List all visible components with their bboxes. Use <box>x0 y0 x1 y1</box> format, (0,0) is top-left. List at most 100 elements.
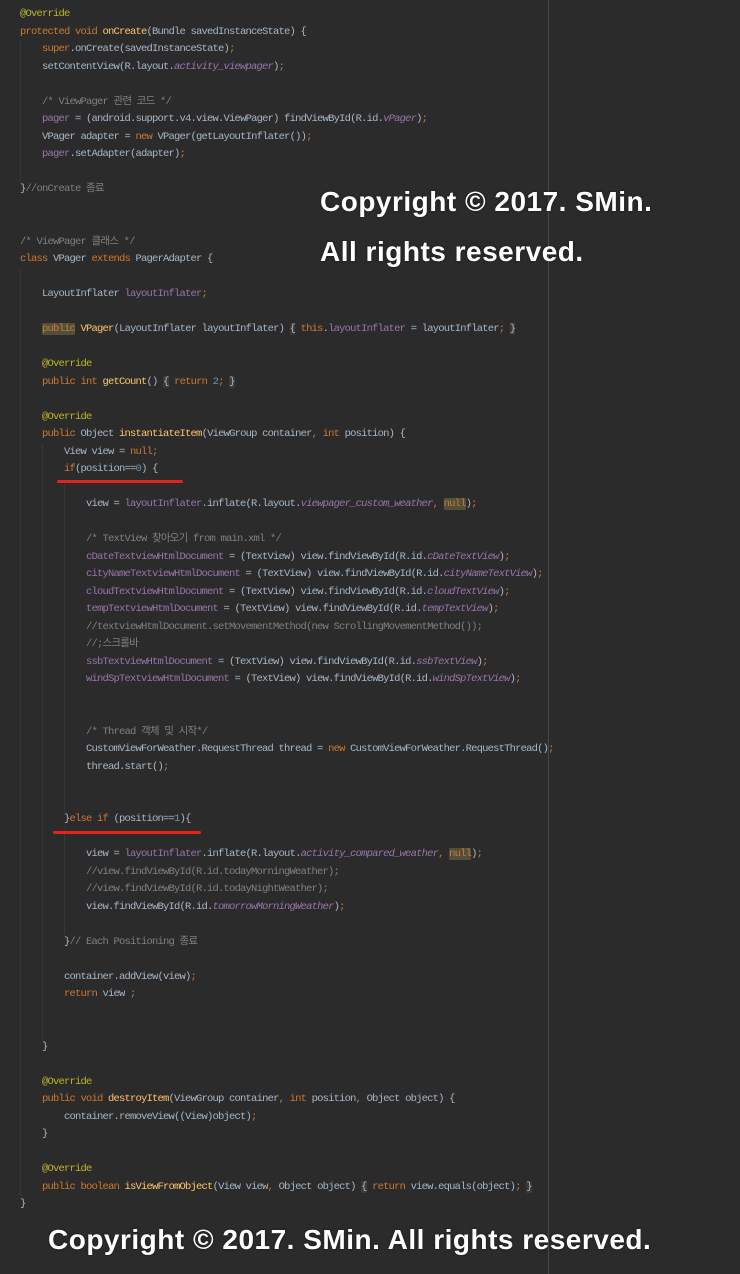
code-token: ; <box>515 673 521 685</box>
code-token: cloudTextviewHtmlDocument <box>86 585 224 598</box>
code-token: container.addView(view) <box>20 970 191 983</box>
code-token: ; <box>163 760 169 773</box>
code-token: @Override <box>20 410 92 423</box>
code-token: public boolean <box>42 1180 125 1193</box>
code-token: LayoutInflater <box>20 288 125 300</box>
code-line: cloudTextviewHtmlDocument = (TextView) v… <box>20 584 554 602</box>
code-token: setContentView(R.layout. <box>20 60 175 73</box>
code-token: null; <box>130 445 158 458</box>
code-line: view = layoutInflater.inflate(R.layout.v… <box>20 496 554 514</box>
code-token: //view.findViewById(R.id.todayMorningWea… <box>20 865 340 878</box>
code-token: ){ <box>179 813 192 825</box>
code-token: (View view <box>212 1180 269 1193</box>
code-line: public int getCount() { return 2; } <box>20 374 554 392</box>
code-token: = (TextView) view.findViewById(R.id. <box>212 655 417 668</box>
code-token: view.equals(object) <box>410 1180 516 1193</box>
code-token: int <box>322 428 345 440</box>
copyright-watermark-bottom: Copyright © 2017. SMin. All rights reser… <box>48 1224 652 1255</box>
code-line: @Override <box>20 1074 554 1092</box>
code-token: ; <box>190 970 197 983</box>
code-token: vPager <box>383 113 417 125</box>
code-line: LayoutInflater layoutInflater; <box>20 286 554 304</box>
code-token: //;스크롤바 <box>20 638 139 650</box>
code-token: viewpager_custom_weather <box>300 498 434 510</box>
code-token: thread.start() <box>20 760 164 773</box>
code-token: @Override <box>20 1075 92 1088</box>
code-token: ssbTextviewHtmlDocument <box>86 655 213 668</box>
code-token: cityNameTextviewHtmlDocument <box>86 568 241 580</box>
copyright-watermark-top-line2: All rights reserved. <box>320 236 584 267</box>
code-line: pager.setAdapter(adapter); <box>20 146 554 164</box>
code-token: return <box>174 375 213 388</box>
code-token: extends <box>91 253 131 265</box>
code-token: //view.findViewById(R.id.todayNightWeath… <box>20 883 329 895</box>
code-token: CustomViewForWeather.RequestThread() <box>350 743 549 755</box>
code-token: //onCreate 종료 <box>25 183 105 195</box>
code-token: this <box>300 323 324 335</box>
code-line: /* TextView 찾아오기 from main.xml */ <box>20 531 554 549</box>
code-token: ; <box>179 148 186 160</box>
code-token: CustomViewForWeather.RequestThread threa… <box>20 743 329 755</box>
code-token: activity_viewpager <box>174 60 274 73</box>
code-line: /* ViewPager 관련 코드 */ <box>20 94 554 112</box>
code-token: layoutInflater <box>124 288 203 300</box>
code-line: } <box>20 1126 554 1144</box>
code-token: position) { <box>344 428 406 440</box>
code-line: //textviewHtmlDocument.setMovementMethod… <box>20 619 554 637</box>
code-token: ; <box>476 848 483 860</box>
code-line: //view.findViewById(R.id.todayMorningWea… <box>20 864 554 882</box>
code-token: Object object) { <box>366 1093 456 1105</box>
code-token: return <box>64 988 103 1000</box>
code-line: public VPager(LayoutInflater layoutInfla… <box>20 321 554 339</box>
code-token: .inflate(R.layout. <box>201 498 302 510</box>
code-token: getCount <box>102 375 148 388</box>
code-line: View view = null; <box>20 444 554 462</box>
code-token: int <box>289 1093 312 1105</box>
code-token: @Override <box>20 8 70 20</box>
code-token: destroyItem <box>108 1093 169 1105</box>
code-token: = (android.support.v4.view.ViewPager) fi… <box>69 113 384 125</box>
code-line: pager = (android.support.v4.view.ViewPag… <box>20 111 554 129</box>
code-token: , <box>355 1093 367 1105</box>
code-token: } <box>509 323 516 335</box>
code-token: null <box>449 848 472 860</box>
code-line: cityNameTextviewHtmlDocument = (TextView… <box>20 566 554 584</box>
code-line: container.addView(view); <box>20 969 554 987</box>
code-token: pager <box>42 113 70 125</box>
code-line: view.findViewById(R.id.tomorrowMorningWe… <box>20 899 554 917</box>
code-token: cityNameTextView <box>443 568 533 580</box>
code-line: windSpTextviewHtmlDocument = (TextView) … <box>20 671 554 689</box>
code-token: public void <box>42 1093 109 1105</box>
red-underline <box>57 479 183 483</box>
code-token: view <box>102 988 131 1000</box>
code-token: isViewFromObject <box>124 1180 214 1193</box>
code-token: view.findViewById(R.id. <box>20 900 213 913</box>
code-line: super.onCreate(savedInstanceState); <box>20 41 554 59</box>
code-line: }// Each Positioning 종료 <box>20 934 554 952</box>
code-token: } <box>20 1040 48 1053</box>
code-token: .onCreate(savedInstanceState) <box>69 43 230 55</box>
code-token: () <box>146 375 164 388</box>
code-line: tempTextviewHtmlDocument = (TextView) vi… <box>20 601 554 619</box>
code-token: = (TextView) view.findViewById(R.id. <box>223 550 428 563</box>
